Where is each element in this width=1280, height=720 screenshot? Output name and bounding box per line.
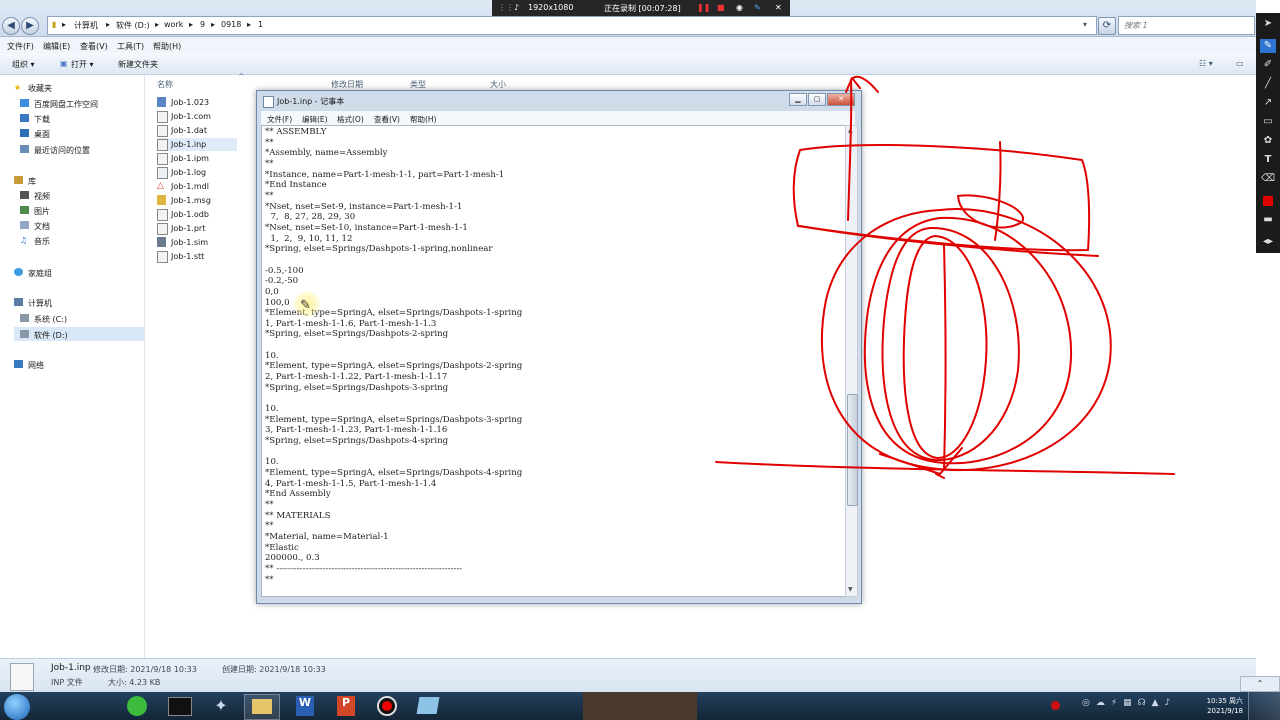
taskbar-app-notepad[interactable] <box>411 694 445 718</box>
clock-time: 10:35 周六 <box>1206 697 1243 705</box>
tray-overflow-icon[interactable]: ⌃ <box>1240 676 1280 692</box>
annotation-center-line <box>943 245 947 471</box>
taskbar-app-word[interactable]: W <box>288 694 322 718</box>
taskbar-app-recorder[interactable] <box>370 694 404 718</box>
red-annotation-drawing <box>715 75 1175 479</box>
clock-date[interactable]: 2021/9/18 <box>1199 707 1243 715</box>
start-orb-icon[interactable] <box>4 694 30 720</box>
annotation-arrow-stroke <box>847 75 879 221</box>
taskbar-app-powerpoint[interactable]: P <box>329 694 363 718</box>
taskbar-app-explorer[interactable] <box>244 694 280 720</box>
taskbar: ✦ W P ◎☁⚡▦☊▲♪ 10:35 周六 2021/9/18 <box>0 692 1280 720</box>
show-desktop-button[interactable] <box>1248 692 1280 720</box>
taskbar-app-abaqus[interactable]: ✦ <box>204 694 238 718</box>
taskbar-app-cmd[interactable] <box>163 694 197 718</box>
record-icon[interactable] <box>1051 701 1060 710</box>
taskbar-video-thumbnail <box>583 692 697 720</box>
taskbar-app-360[interactable] <box>120 694 154 718</box>
